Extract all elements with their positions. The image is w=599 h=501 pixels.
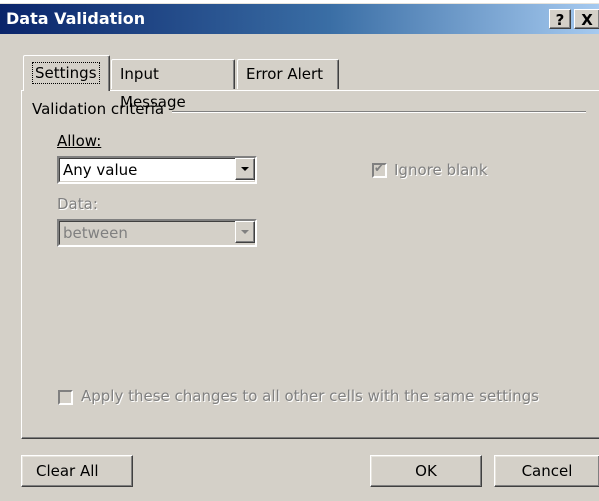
validation-criteria-label: Validation criteria [32, 100, 165, 118]
ignore-blank-checkbox [372, 161, 387, 178]
apply-all-checkbox [58, 390, 73, 405]
data-dropdown: between [57, 219, 257, 247]
dialog-title: Data Validation [6, 9, 146, 28]
group-divider [172, 111, 586, 113]
data-dropdown-arrow-icon [235, 221, 255, 243]
data-label: Data: [57, 195, 98, 213]
allow-dropdown-value: Any value [63, 161, 138, 179]
data-validation-dialog: Data Validation ? X Settings Input Messa… [0, 3, 599, 501]
help-button[interactable]: ? [549, 9, 571, 29]
cancel-button[interactable]: Cancel [494, 455, 599, 487]
ignore-blank-label: Ignore blank [394, 161, 488, 179]
tab-input-message[interactable]: Input Message [111, 59, 235, 111]
close-button[interactable]: X [574, 9, 599, 29]
clear-all-button[interactable]: Clear All [21, 455, 133, 487]
allow-label: Allow: [57, 132, 101, 150]
data-dropdown-value: between [63, 224, 128, 242]
tab-error-alert[interactable]: Error Alert [237, 59, 339, 89]
tab-settings-label: Settings [32, 62, 100, 84]
tab-settings[interactable]: Settings [23, 55, 110, 91]
allow-dropdown[interactable]: Any value [57, 156, 257, 184]
ok-button[interactable]: OK [370, 455, 482, 487]
allow-label-text: Allow: [57, 132, 102, 150]
allow-dropdown-arrow-icon[interactable] [235, 158, 255, 180]
apply-all-label: Apply these changes to all other cells w… [81, 387, 539, 405]
title-bar[interactable]: Data Validation ? X [0, 4, 599, 34]
